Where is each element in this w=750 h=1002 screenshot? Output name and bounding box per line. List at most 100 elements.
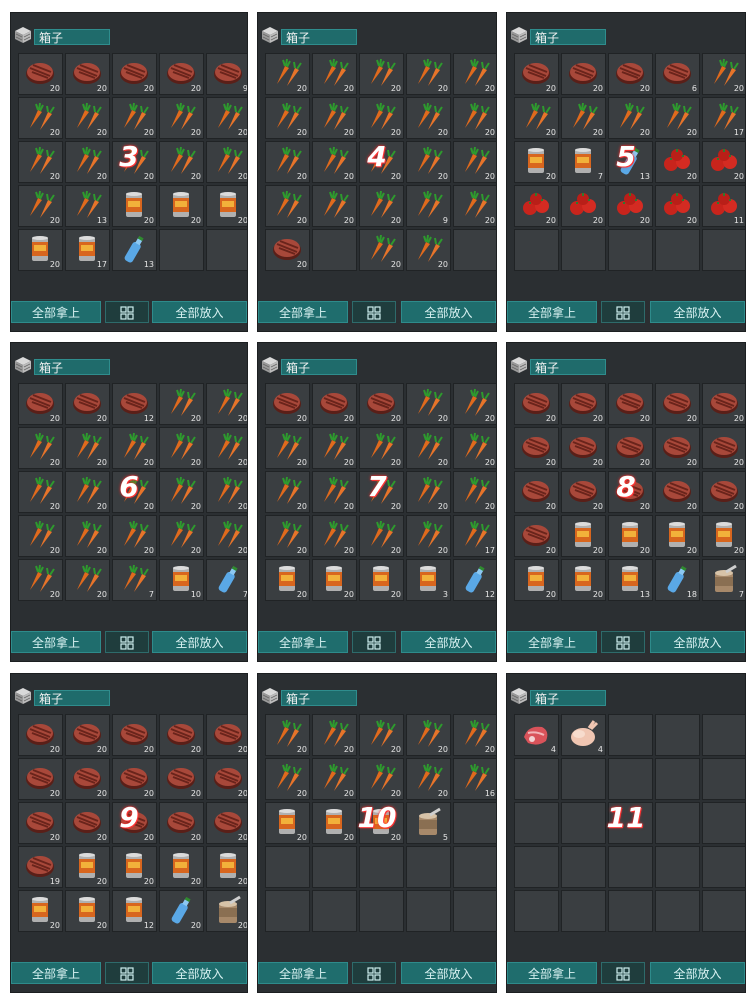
inventory-slot[interactable]: 20 bbox=[702, 141, 745, 183]
inventory-slot[interactable]: 20 bbox=[312, 383, 357, 425]
inventory-slot[interactable]: 20 bbox=[159, 515, 204, 557]
take-all-button[interactable]: 全部拿上 bbox=[11, 631, 101, 653]
take-all-button[interactable]: 全部拿上 bbox=[258, 962, 348, 984]
inventory-slot[interactable]: 20 bbox=[112, 714, 157, 756]
inventory-slot[interactable]: 20 bbox=[702, 471, 745, 513]
inventory-slot[interactable]: 20 bbox=[159, 97, 204, 139]
inventory-slot[interactable]: 20 bbox=[265, 53, 310, 95]
inventory-slot[interactable]: 20 bbox=[359, 383, 404, 425]
inventory-slot[interactable]: 20 bbox=[112, 97, 157, 139]
sort-button[interactable] bbox=[601, 962, 645, 984]
inventory-slot[interactable]: 20 bbox=[608, 471, 653, 513]
inventory-slot[interactable]: 20 bbox=[359, 471, 404, 513]
inventory-slot[interactable] bbox=[561, 229, 606, 271]
inventory-slot[interactable]: 20 bbox=[655, 97, 700, 139]
inventory-slot[interactable]: 10 bbox=[159, 559, 204, 601]
inventory-slot[interactable]: 20 bbox=[655, 515, 700, 557]
inventory-slot[interactable] bbox=[702, 890, 745, 932]
inventory-slot[interactable] bbox=[514, 890, 559, 932]
put-all-button[interactable]: 全部放入 bbox=[152, 631, 247, 653]
inventory-slot[interactable] bbox=[655, 802, 700, 844]
inventory-slot[interactable]: 20 bbox=[159, 890, 204, 932]
inventory-slot[interactable]: 20 bbox=[561, 515, 606, 557]
inventory-slot[interactable]: 13 bbox=[608, 141, 653, 183]
inventory-slot[interactable]: 20 bbox=[206, 427, 247, 469]
inventory-slot[interactable]: 20 bbox=[702, 515, 745, 557]
inventory-slot[interactable]: 20 bbox=[265, 559, 310, 601]
inventory-slot[interactable]: 20 bbox=[359, 185, 404, 227]
inventory-slot[interactable]: 17 bbox=[65, 229, 110, 271]
inventory-slot[interactable]: 20 bbox=[112, 53, 157, 95]
inventory-slot[interactable]: 19 bbox=[18, 846, 63, 888]
inventory-slot[interactable]: 20 bbox=[312, 471, 357, 513]
inventory-slot[interactable]: 20 bbox=[159, 802, 204, 844]
inventory-slot[interactable]: 20 bbox=[206, 802, 247, 844]
inventory-slot[interactable]: 20 bbox=[608, 185, 653, 227]
inventory-slot[interactable] bbox=[655, 890, 700, 932]
inventory-slot[interactable] bbox=[453, 846, 496, 888]
inventory-slot[interactable]: 20 bbox=[18, 97, 63, 139]
inventory-slot[interactable]: 20 bbox=[18, 714, 63, 756]
inventory-slot[interactable] bbox=[312, 229, 357, 271]
inventory-slot[interactable]: 20 bbox=[514, 427, 559, 469]
inventory-slot[interactable]: 20 bbox=[406, 427, 451, 469]
inventory-slot[interactable]: 20 bbox=[206, 758, 247, 800]
inventory-slot[interactable]: 20 bbox=[265, 185, 310, 227]
inventory-slot[interactable]: 20 bbox=[359, 141, 404, 183]
sort-button[interactable] bbox=[601, 301, 645, 323]
inventory-slot[interactable]: 20 bbox=[702, 427, 745, 469]
inventory-slot[interactable]: 20 bbox=[312, 97, 357, 139]
inventory-slot[interactable]: 20 bbox=[206, 141, 247, 183]
inventory-slot[interactable]: 20 bbox=[65, 559, 110, 601]
inventory-slot[interactable]: 20 bbox=[18, 515, 63, 557]
inventory-slot[interactable]: 20 bbox=[359, 758, 404, 800]
put-all-button[interactable]: 全部放入 bbox=[152, 301, 247, 323]
inventory-slot[interactable]: 20 bbox=[112, 846, 157, 888]
inventory-slot[interactable]: 20 bbox=[312, 559, 357, 601]
inventory-slot[interactable]: 20 bbox=[406, 53, 451, 95]
inventory-slot[interactable]: 20 bbox=[514, 471, 559, 513]
inventory-slot[interactable]: 20 bbox=[561, 53, 606, 95]
inventory-slot[interactable]: 7 bbox=[206, 559, 247, 601]
inventory-slot[interactable]: 20 bbox=[561, 427, 606, 469]
inventory-slot[interactable]: 20 bbox=[406, 714, 451, 756]
inventory-slot[interactable]: 20 bbox=[18, 141, 63, 183]
inventory-slot[interactable]: 20 bbox=[702, 383, 745, 425]
put-all-button[interactable]: 全部放入 bbox=[401, 301, 496, 323]
inventory-slot[interactable] bbox=[265, 890, 310, 932]
inventory-slot[interactable]: 20 bbox=[608, 515, 653, 557]
put-all-button[interactable]: 全部放入 bbox=[650, 631, 745, 653]
inventory-slot[interactable]: 7 bbox=[112, 559, 157, 601]
inventory-slot[interactable]: 20 bbox=[65, 427, 110, 469]
inventory-slot[interactable]: 3 bbox=[406, 559, 451, 601]
take-all-button[interactable]: 全部拿上 bbox=[11, 962, 101, 984]
inventory-slot[interactable] bbox=[406, 846, 451, 888]
inventory-slot[interactable]: 20 bbox=[359, 714, 404, 756]
inventory-slot[interactable]: 20 bbox=[65, 714, 110, 756]
inventory-slot[interactable]: 20 bbox=[18, 559, 63, 601]
inventory-slot[interactable]: 20 bbox=[359, 802, 404, 844]
inventory-slot[interactable]: 20 bbox=[265, 802, 310, 844]
inventory-slot[interactable]: 20 bbox=[655, 185, 700, 227]
inventory-slot[interactable]: 20 bbox=[655, 141, 700, 183]
inventory-slot[interactable]: 20 bbox=[406, 758, 451, 800]
inventory-slot[interactable]: 13 bbox=[608, 559, 653, 601]
inventory-slot[interactable] bbox=[312, 890, 357, 932]
inventory-slot[interactable]: 20 bbox=[514, 97, 559, 139]
inventory-slot[interactable]: 20 bbox=[312, 141, 357, 183]
inventory-slot[interactable]: 20 bbox=[112, 515, 157, 557]
inventory-slot[interactable]: 20 bbox=[312, 714, 357, 756]
sort-button[interactable] bbox=[352, 631, 396, 653]
inventory-slot[interactable]: 20 bbox=[65, 471, 110, 513]
inventory-slot[interactable] bbox=[359, 846, 404, 888]
inventory-slot[interactable] bbox=[514, 758, 559, 800]
inventory-slot[interactable]: 20 bbox=[65, 890, 110, 932]
inventory-slot[interactable]: 17 bbox=[702, 97, 745, 139]
inventory-slot[interactable]: 20 bbox=[406, 141, 451, 183]
inventory-slot[interactable]: 20 bbox=[265, 229, 310, 271]
inventory-slot[interactable]: 20 bbox=[561, 471, 606, 513]
inventory-slot[interactable]: 20 bbox=[406, 229, 451, 271]
take-all-button[interactable]: 全部拿上 bbox=[11, 301, 101, 323]
inventory-slot[interactable]: 20 bbox=[206, 515, 247, 557]
inventory-slot[interactable]: 20 bbox=[702, 53, 745, 95]
